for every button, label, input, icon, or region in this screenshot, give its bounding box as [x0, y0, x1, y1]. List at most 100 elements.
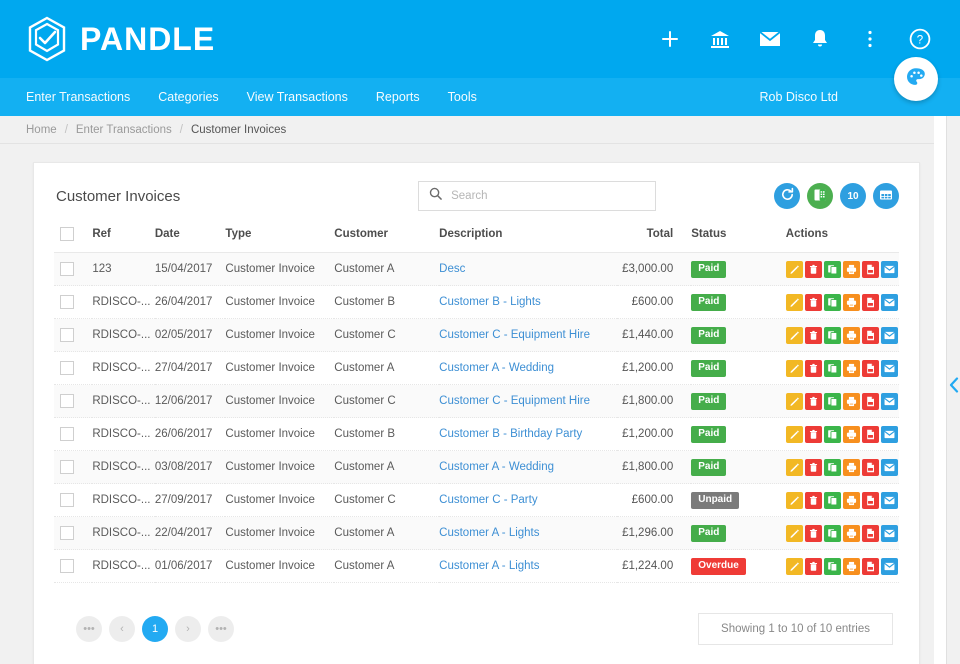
description-link[interactable]: Customer A - Wedding	[439, 461, 554, 473]
nav-item-view-transactions[interactable]: View Transactions	[247, 90, 348, 104]
email-action-button[interactable]	[881, 393, 898, 410]
theme-palette-button[interactable]	[894, 57, 938, 101]
breadcrumb-item-enter-transactions[interactable]: Enter Transactions	[76, 124, 172, 136]
delete-action-button[interactable]	[805, 525, 822, 542]
print-action-button[interactable]	[843, 393, 860, 410]
edit-action-button[interactable]	[786, 327, 803, 344]
column-header-status[interactable]: Status	[691, 227, 760, 253]
pdf-action-button[interactable]	[862, 261, 879, 278]
copy-action-button[interactable]	[824, 261, 841, 278]
copy-action-button[interactable]	[824, 525, 841, 542]
description-link[interactable]: Customer C - Equipment Hire	[439, 329, 590, 341]
brand-logo[interactable]: PANDLE	[26, 16, 215, 62]
pdf-action-button[interactable]	[862, 327, 879, 344]
table-row[interactable]: RDISCO-... 03/08/2017 Customer Invoice C…	[54, 451, 899, 484]
email-action-button[interactable]	[881, 558, 898, 575]
edit-action-button[interactable]	[786, 294, 803, 311]
add-icon[interactable]	[658, 27, 682, 51]
print-action-button[interactable]	[843, 294, 860, 311]
edit-action-button[interactable]	[786, 360, 803, 377]
select-all-checkbox[interactable]	[60, 227, 74, 241]
table-row[interactable]: RDISCO-... 22/04/2017 Customer Invoice C…	[54, 517, 899, 550]
pagination-first-button[interactable]: •••	[76, 616, 102, 642]
description-link[interactable]: Customer A - Wedding	[439, 362, 554, 374]
print-action-button[interactable]	[843, 360, 860, 377]
delete-action-button[interactable]	[805, 492, 822, 509]
table-row[interactable]: 123 15/04/2017 Customer Invoice Customer…	[54, 253, 899, 286]
edit-action-button[interactable]	[786, 393, 803, 410]
row-checkbox[interactable]	[60, 295, 74, 309]
column-header-ref[interactable]: Ref	[92, 227, 155, 253]
row-checkbox[interactable]	[60, 427, 74, 441]
description-link[interactable]: Customer C - Equipment Hire	[439, 395, 590, 407]
row-checkbox[interactable]	[60, 559, 74, 573]
copy-action-button[interactable]	[824, 393, 841, 410]
pagination-next-button[interactable]: ›	[175, 616, 201, 642]
column-header-customer[interactable]: Customer	[334, 227, 439, 253]
mail-icon[interactable]	[758, 27, 782, 51]
pdf-action-button[interactable]	[862, 360, 879, 377]
row-checkbox[interactable]	[60, 460, 74, 474]
table-row[interactable]: RDISCO-... 12/06/2017 Customer Invoice C…	[54, 385, 899, 418]
email-action-button[interactable]	[881, 360, 898, 377]
table-row[interactable]: RDISCO-... 26/06/2017 Customer Invoice C…	[54, 418, 899, 451]
pdf-action-button[interactable]	[862, 558, 879, 575]
nav-item-categories[interactable]: Categories	[158, 90, 218, 104]
description-link[interactable]: Customer C - Party	[439, 494, 537, 506]
nav-item-tools[interactable]: Tools	[448, 90, 477, 104]
bank-icon[interactable]	[708, 27, 732, 51]
print-action-button[interactable]	[843, 261, 860, 278]
copy-action-button[interactable]	[824, 294, 841, 311]
help-icon[interactable]: ?	[908, 27, 932, 51]
pdf-action-button[interactable]	[862, 459, 879, 476]
row-checkbox[interactable]	[60, 361, 74, 375]
email-action-button[interactable]	[881, 327, 898, 344]
pdf-action-button[interactable]	[862, 393, 879, 410]
row-checkbox[interactable]	[60, 262, 74, 276]
description-link[interactable]: Desc	[439, 263, 465, 275]
nav-item-enter-transactions[interactable]: Enter Transactions	[26, 90, 130, 104]
print-action-button[interactable]	[843, 327, 860, 344]
delete-action-button[interactable]	[805, 360, 822, 377]
excel-export-button[interactable]	[807, 183, 833, 209]
edit-action-button[interactable]	[786, 525, 803, 542]
column-chooser-button[interactable]	[873, 183, 899, 209]
delete-action-button[interactable]	[805, 558, 822, 575]
table-row[interactable]: RDISCO-... 27/04/2017 Customer Invoice C…	[54, 352, 899, 385]
column-header-type[interactable]: Type	[225, 227, 334, 253]
more-vertical-icon[interactable]	[858, 27, 882, 51]
print-action-button[interactable]	[843, 459, 860, 476]
pdf-action-button[interactable]	[862, 525, 879, 542]
delete-action-button[interactable]	[805, 327, 822, 344]
delete-action-button[interactable]	[805, 426, 822, 443]
column-header-date[interactable]: Date	[155, 227, 226, 253]
sidebar-collapse-handle[interactable]	[946, 110, 960, 664]
print-action-button[interactable]	[843, 525, 860, 542]
email-action-button[interactable]	[881, 261, 898, 278]
print-action-button[interactable]	[843, 426, 860, 443]
edit-action-button[interactable]	[786, 492, 803, 509]
pagination-last-button[interactable]: •••	[208, 616, 234, 642]
pdf-action-button[interactable]	[862, 426, 879, 443]
row-checkbox[interactable]	[60, 526, 74, 540]
description-link[interactable]: Customer B - Birthday Party	[439, 428, 582, 440]
edit-action-button[interactable]	[786, 558, 803, 575]
search-box[interactable]	[418, 181, 656, 211]
pdf-action-button[interactable]	[862, 492, 879, 509]
delete-action-button[interactable]	[805, 261, 822, 278]
table-row[interactable]: RDISCO-... 27/09/2017 Customer Invoice C…	[54, 484, 899, 517]
delete-action-button[interactable]	[805, 393, 822, 410]
edit-action-button[interactable]	[786, 261, 803, 278]
search-input[interactable]	[451, 190, 636, 202]
breadcrumb-item-home[interactable]: Home	[26, 124, 57, 136]
row-checkbox[interactable]	[60, 394, 74, 408]
refresh-button[interactable]	[774, 183, 800, 209]
bell-icon[interactable]	[808, 27, 832, 51]
pagination-prev-button[interactable]: ‹	[109, 616, 135, 642]
column-header-total[interactable]: Total	[617, 227, 692, 253]
table-row[interactable]: RDISCO-... 02/05/2017 Customer Invoice C…	[54, 319, 899, 352]
delete-action-button[interactable]	[805, 459, 822, 476]
email-action-button[interactable]	[881, 426, 898, 443]
nav-item-reports[interactable]: Reports	[376, 90, 420, 104]
delete-action-button[interactable]	[805, 294, 822, 311]
